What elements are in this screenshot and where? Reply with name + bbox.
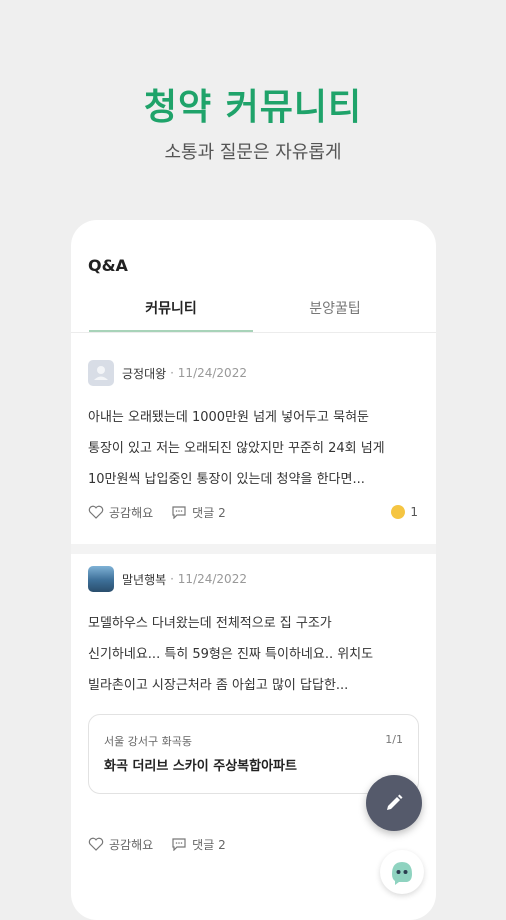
comment-button[interactable]: 댓글 2	[171, 504, 226, 521]
heart-icon	[88, 837, 104, 851]
post-body-line: 10만원씩 납입중인 통장이 있는데 청약을 한다면...	[88, 472, 365, 487]
post-body-line: 신기하네요... 특히 59형은 진짜 특이하네요.. 위치도	[88, 647, 374, 662]
hero-title: 청약 커뮤니티	[143, 87, 363, 128]
write-post-button[interactable]	[366, 775, 422, 831]
tab-bar: 커뮤니티 분양꿀팁	[71, 294, 436, 333]
smile-emoji-icon	[391, 505, 406, 519]
default-avatar-icon	[94, 366, 108, 380]
post-actions: 공감해요 댓글 2	[88, 834, 244, 854]
author-name: 말년행복	[122, 572, 167, 587]
card-title: Q&A	[88, 256, 128, 275]
avatar	[88, 360, 114, 386]
heart-icon	[88, 505, 104, 519]
post-body-line: 통장이 있고 저는 오래되진 않았지만 꾸준히 24회 넘게	[88, 441, 385, 456]
tab-community[interactable]: 커뮤니티	[89, 294, 253, 332]
hero-subtitle: 소통과 질문은 자유롭게	[164, 142, 342, 163]
reaction-count: 1	[410, 505, 418, 519]
post-actions: 공감해요 댓글 2	[88, 502, 244, 522]
post-date: · 11/24/2022	[170, 366, 247, 380]
comment-icon	[172, 838, 186, 851]
post-item[interactable]: 긍정대왕 · 11/24/2022 아내는 오래됐는데 1000만원 넘게 넣어…	[71, 348, 436, 544]
post-body-line: 빌라촌이고 시장근처라 좀 아쉽고 많이 답답한...	[88, 678, 349, 693]
comment-icon	[172, 506, 186, 519]
like-label: 공감해요	[109, 837, 154, 852]
author-name: 긍정대왕	[122, 366, 167, 381]
property-reference-card[interactable]: 서울 강서구 화곡동 1/1 화곡 더리브 스카이 주상복합아파트	[88, 714, 419, 794]
post-divider	[71, 544, 436, 554]
avatar	[88, 566, 114, 592]
like-button[interactable]: 공감해요	[88, 836, 153, 853]
post-body-line: 모델하우스 다녀왔는데 전체적으로 집 구조가	[88, 616, 332, 631]
like-button[interactable]: 공감해요	[88, 504, 153, 521]
mascot-icon	[392, 862, 412, 885]
post-body: 아내는 오래됐는데 1000만원 넘게 넣어두고 묵혀둔 통장이 있고 저는 오…	[88, 402, 423, 495]
tab-tips[interactable]: 분양꿀팁	[253, 294, 417, 332]
comment-label: 댓글 2	[192, 505, 226, 520]
comment-button[interactable]: 댓글 2	[171, 836, 226, 853]
post-body: 모델하우스 다녀왔는데 전체적으로 집 구조가 신기하네요... 특히 59형은…	[88, 608, 423, 701]
property-location: 서울 강서구 화곡동	[104, 735, 192, 748]
post-author-row: 말년행복 · 11/24/2022	[88, 566, 247, 592]
reaction-badge[interactable]: 1	[391, 502, 418, 522]
post-author-row: 긍정대왕 · 11/24/2022	[88, 360, 247, 386]
like-label: 공감해요	[109, 505, 154, 520]
property-name: 화곡 더리브 스카이 주상복합아파트	[104, 759, 297, 774]
mascot-chat-button[interactable]	[380, 850, 424, 894]
property-page-indicator: 1/1	[385, 733, 403, 746]
pencil-icon	[387, 794, 403, 810]
post-date: · 11/24/2022	[170, 572, 247, 586]
comment-label: 댓글 2	[192, 837, 226, 852]
post-body-line: 아내는 오래됐는데 1000만원 넘게 넣어두고 묵혀둔	[88, 410, 369, 425]
